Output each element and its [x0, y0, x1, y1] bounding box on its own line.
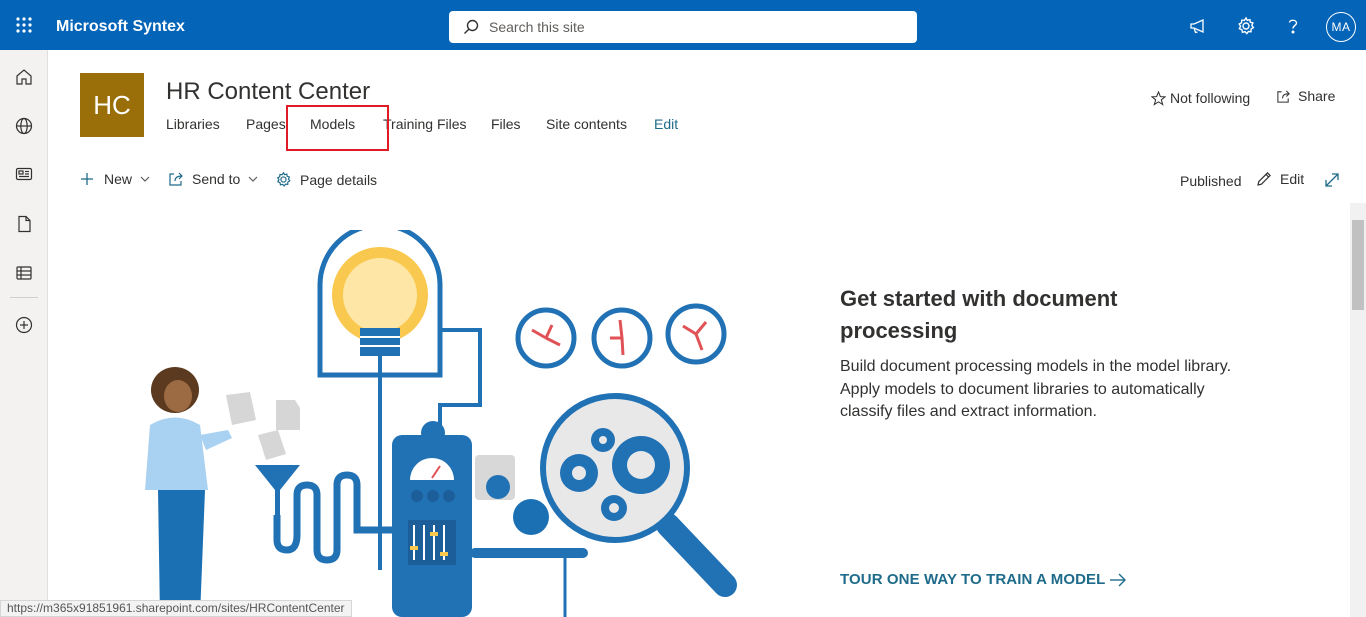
- arrow-right-icon: [1110, 573, 1127, 586]
- chevron-down-icon: [140, 176, 150, 182]
- suite-header: Microsoft Syntex MA: [0, 0, 1366, 50]
- gear-icon: [276, 171, 291, 187]
- site-nav-edit[interactable]: Edit: [654, 116, 678, 132]
- site-nav-training-files[interactable]: Training Files: [383, 116, 467, 132]
- status-url: https://m365x91851961.sharepoint.com/sit…: [0, 600, 352, 617]
- tour-link[interactable]: TOUR ONE WAY TO TRAIN A MODEL: [840, 571, 1127, 588]
- page-title[interactable]: HR Content Center: [166, 78, 370, 106]
- pencil-icon: [1257, 172, 1271, 186]
- send-icon: [169, 172, 183, 186]
- app-name[interactable]: Microsoft Syntex: [56, 0, 185, 50]
- search-icon: [464, 19, 479, 34]
- new-button[interactable]: New: [80, 171, 150, 187]
- publish-status: Published: [1180, 173, 1242, 189]
- new-label: New: [104, 171, 133, 187]
- page-details-label: Page details: [300, 171, 378, 188]
- avatar[interactable]: MA: [1326, 12, 1356, 42]
- share-icon: [1277, 90, 1290, 103]
- site-nav-site-contents[interactable]: Site contents: [546, 116, 627, 132]
- tour-link-label: TOUR ONE WAY TO TRAIN A MODEL: [840, 571, 1106, 588]
- megaphone-icon[interactable]: [1182, 10, 1214, 42]
- send-to-button[interactable]: Send to: [168, 171, 258, 187]
- waffle-icon[interactable]: [0, 0, 48, 50]
- send-to-label: Send to: [192, 171, 241, 187]
- add-icon[interactable]: [8, 309, 40, 341]
- gear-icon[interactable]: [1230, 10, 1262, 42]
- chevron-down-icon: [248, 176, 258, 182]
- site-nav-files[interactable]: Files: [491, 116, 521, 132]
- expand-icon[interactable]: [1324, 172, 1340, 188]
- lists-icon[interactable]: [8, 257, 40, 289]
- follow-button[interactable]: Not following: [1151, 90, 1250, 106]
- follow-label: Not following: [1170, 90, 1251, 106]
- hero-description: Build document processing models in the …: [840, 358, 1232, 420]
- help-icon[interactable]: [1277, 10, 1309, 42]
- divider: [10, 297, 38, 298]
- share-button[interactable]: Share: [1276, 88, 1335, 104]
- scrollbar-thumb[interactable]: [1352, 220, 1364, 310]
- search-input[interactable]: [489, 19, 889, 35]
- home-icon[interactable]: [8, 61, 40, 93]
- hero-heading: Get started with document processing: [840, 286, 1118, 343]
- site-nav-libraries[interactable]: Libraries: [166, 116, 220, 132]
- document-icon[interactable]: [8, 208, 40, 240]
- star-icon: [1151, 90, 1166, 106]
- plus-icon: [81, 173, 93, 185]
- news-icon[interactable]: [8, 158, 40, 190]
- globe-icon[interactable]: [8, 110, 40, 142]
- hero-illustration: [145, 230, 737, 617]
- app-bar: [0, 50, 48, 617]
- search-box[interactable]: [449, 11, 917, 43]
- page-details-button[interactable]: Page details: [275, 171, 377, 188]
- site-nav-pages[interactable]: Pages: [246, 116, 286, 132]
- annotation-highlight-box: [286, 105, 389, 151]
- edit-page-button[interactable]: Edit: [1256, 171, 1304, 187]
- site-logo[interactable]: HC: [80, 73, 144, 137]
- share-label: Share: [1298, 88, 1336, 104]
- edit-label: Edit: [1280, 171, 1305, 187]
